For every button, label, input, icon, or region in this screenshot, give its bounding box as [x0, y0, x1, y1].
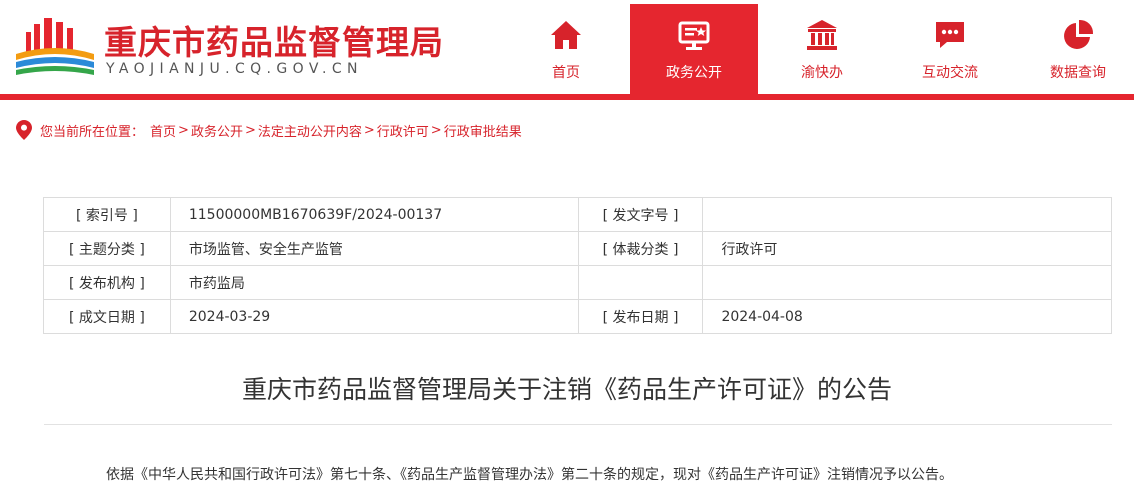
pie-chart-icon — [1064, 19, 1094, 49]
breadcrumb-approval-results[interactable]: 行政审批结果 — [444, 121, 522, 140]
nav-item-yukuaiban[interactable]: 渝快办 — [758, 4, 886, 94]
main-nav: 首页 政务公开 渝快办 互动交流 数据查询 — [502, 4, 1134, 94]
government-building-icon — [807, 20, 837, 50]
nav-item-government-affairs[interactable]: 政务公开 — [630, 4, 758, 94]
breadcrumb: 您当前所在位置： 首页 > 政务公开 > 法定主动公开内容 > 行政许可 > 行… — [16, 120, 522, 140]
created-date-value: 2024-03-29 — [169, 299, 579, 334]
article-body-paragraph: 依据《中华人民共和国行政许可法》第七十条、《药品生产监督管理办法》第二十条的规定… — [106, 467, 953, 483]
nav-item-home[interactable]: 首页 — [502, 4, 630, 94]
created-date-label: [ 成文日期 ] — [43, 299, 171, 334]
empty-cell — [702, 265, 1112, 300]
home-icon — [551, 21, 581, 49]
breadcrumb-administrative-license[interactable]: 行政许可 — [377, 121, 429, 140]
index-number-label: [ 索引号 ] — [43, 197, 171, 232]
published-date-label: [ 发布日期 ] — [577, 299, 704, 334]
breadcrumb-home[interactable]: 首页 — [150, 121, 176, 140]
nav-label-government-affairs: 政务公开 — [666, 65, 722, 81]
genre-category-value: 行政许可 — [702, 231, 1112, 266]
table-row: [ 发布机构 ] 市药监局 — [43, 265, 1112, 300]
table-row: [ 成文日期 ] 2024-03-29 [ 发布日期 ] 2024-04-08 — [43, 299, 1112, 334]
breadcrumb-separator: > — [363, 122, 375, 138]
nav-label-data-query: 数据查询 — [1050, 65, 1106, 81]
publisher-value: 市药监局 — [169, 265, 579, 300]
breadcrumb-separator: > — [430, 122, 442, 138]
site-domain: YAOJIANJU.CQ.GOV.CN — [106, 61, 363, 77]
nav-label-home: 首页 — [552, 65, 580, 81]
title-divider — [44, 424, 1112, 425]
table-row: [ 主题分类 ] 市场监管、安全生产监管 [ 体裁分类 ] 行政许可 — [43, 231, 1112, 266]
genre-category-label: [ 体裁分类 ] — [577, 231, 704, 266]
chat-icon — [936, 22, 964, 48]
publisher-label: [ 发布机构 ] — [43, 265, 171, 300]
nav-label-yukuaiban: 渝快办 — [801, 65, 843, 81]
topic-category-label: [ 主题分类 ] — [43, 231, 171, 266]
topic-category-value: 市场监管、安全生产监管 — [169, 231, 579, 266]
breadcrumb-prefix: 您当前所在位置： — [40, 124, 145, 140]
table-row: [ 索引号 ] 11500000MB1670639F/2024-00137 [ … — [43, 197, 1112, 232]
index-number-value: 11500000MB1670639F/2024-00137 — [169, 197, 579, 232]
breadcrumb-separator: > — [178, 122, 189, 138]
header-red-bar — [0, 94, 1134, 100]
nav-item-data-query[interactable]: 数据查询 — [1014, 4, 1134, 94]
site-title[interactable]: 重庆市药品监督管理局 — [104, 16, 444, 64]
published-date-value: 2024-04-08 — [702, 299, 1112, 334]
breadcrumb-government-affairs[interactable]: 政务公开 — [191, 121, 243, 140]
location-pin-icon — [16, 120, 32, 140]
nav-label-interaction: 互动交流 — [922, 65, 978, 81]
nav-item-interaction[interactable]: 互动交流 — [886, 4, 1014, 94]
document-info-table: [ 索引号 ] 11500000MB1670639F/2024-00137 [ … — [43, 197, 1112, 334]
monitor-icon — [678, 21, 710, 50]
breadcrumb-statutory-disclosure[interactable]: 法定主动公开内容 — [258, 121, 362, 140]
document-number-label: [ 发文字号 ] — [577, 197, 704, 232]
site-logo-icon[interactable] — [14, 14, 96, 80]
site-header: 重庆市药品监督管理局 YAOJIANJU.CQ.GOV.CN 首页 政务公开 渝… — [0, 0, 1134, 94]
breadcrumb-separator: > — [244, 122, 256, 138]
article-title: 重庆市药品监督管理局关于注销《药品生产许可证》的公告 — [241, 375, 892, 404]
document-number-value — [702, 197, 1112, 232]
empty-cell — [577, 265, 704, 300]
